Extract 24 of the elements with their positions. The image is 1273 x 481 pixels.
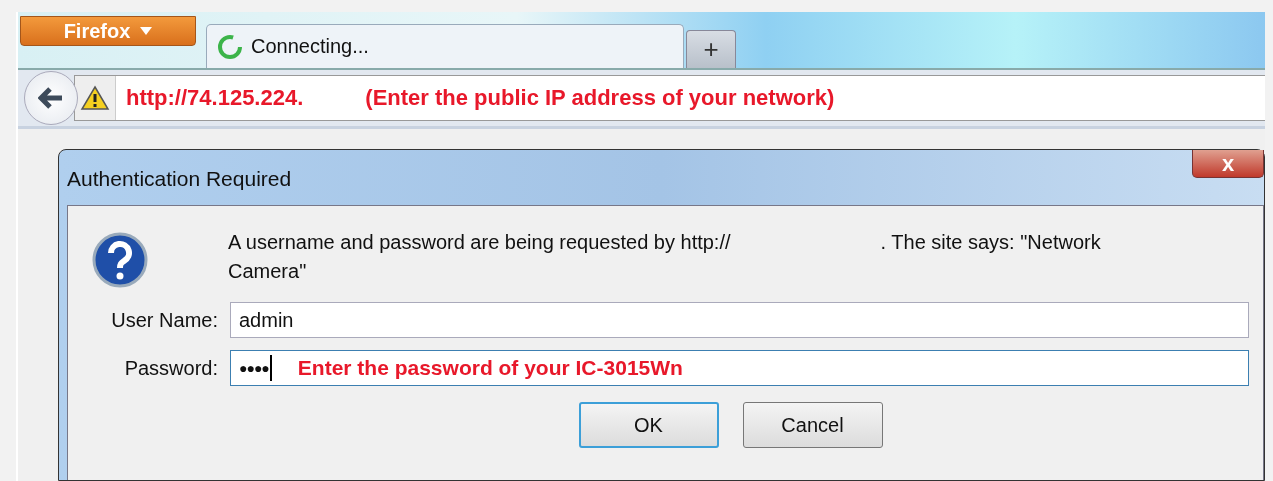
- back-button[interactable]: [24, 71, 78, 125]
- dialog-button[interactable]: Cancel: [742, 402, 883, 448]
- field-value: admin: [239, 308, 294, 332]
- field-value: ●●●●: [239, 355, 272, 381]
- warning-icon: [80, 85, 110, 111]
- loading-spinner-icon: [217, 33, 243, 60]
- close-button[interactable]: x: [1192, 150, 1264, 178]
- annotation-text: (Enter the public IP address of your network): [365, 85, 835, 111]
- question-icon: [92, 232, 148, 288]
- field-label: User Name:: [110, 308, 218, 332]
- message-text: A username and password are being requested by http:// . The site says: "Network Camera": [228, 230, 1102, 284]
- password-field[interactable]: ●●●● Enter the password of your IC-3015Wn: [230, 350, 1249, 386]
- dialog-title: Authentication Required: [67, 167, 292, 191]
- annotation-text: Enter the password of your IC-3015Wn: [297, 356, 683, 380]
- username-field[interactable]: admin: [230, 302, 1249, 338]
- left-arrow-icon: [38, 87, 64, 109]
- caret-icon: [140, 27, 153, 35]
- tab-title: Connecting...: [251, 35, 369, 58]
- browser-tab[interactable]: Connecting...: [206, 24, 684, 68]
- new-tab-button[interactable]: +: [686, 30, 736, 68]
- field-label: Password:: [123, 356, 218, 380]
- dialog-button[interactable]: OK: [578, 402, 719, 448]
- url-text: http://74.125.224.: [126, 85, 304, 111]
- address-bar[interactable]: http://74.125.224. (Enter the public IP address of your network): [74, 75, 1265, 121]
